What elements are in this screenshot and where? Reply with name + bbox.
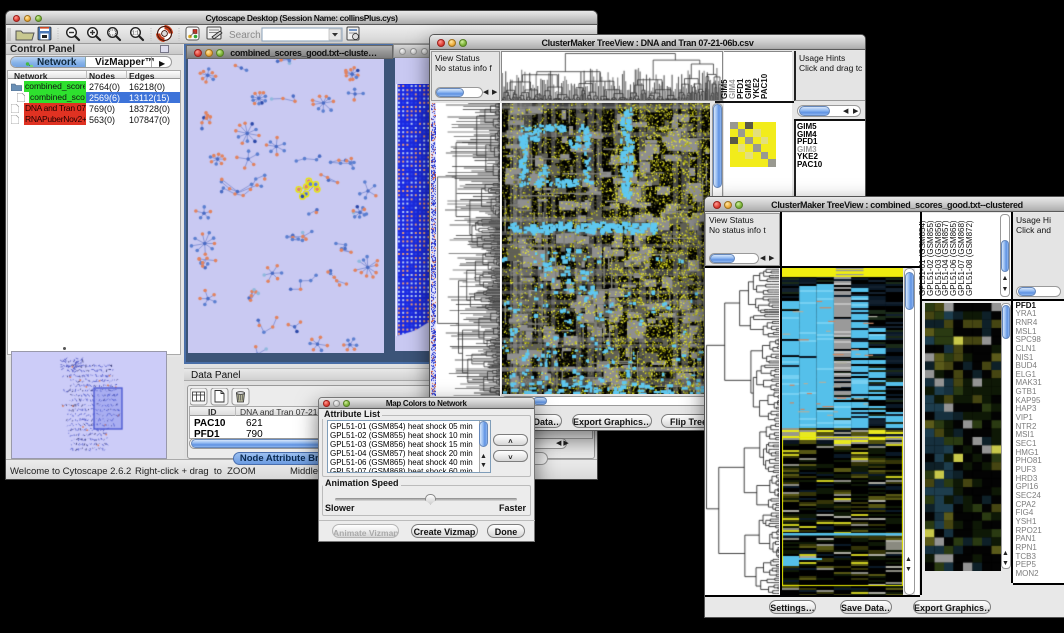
svg-text:Search:: Search: xyxy=(229,30,263,41)
svg-text:1:1: 1:1 xyxy=(132,31,139,37)
